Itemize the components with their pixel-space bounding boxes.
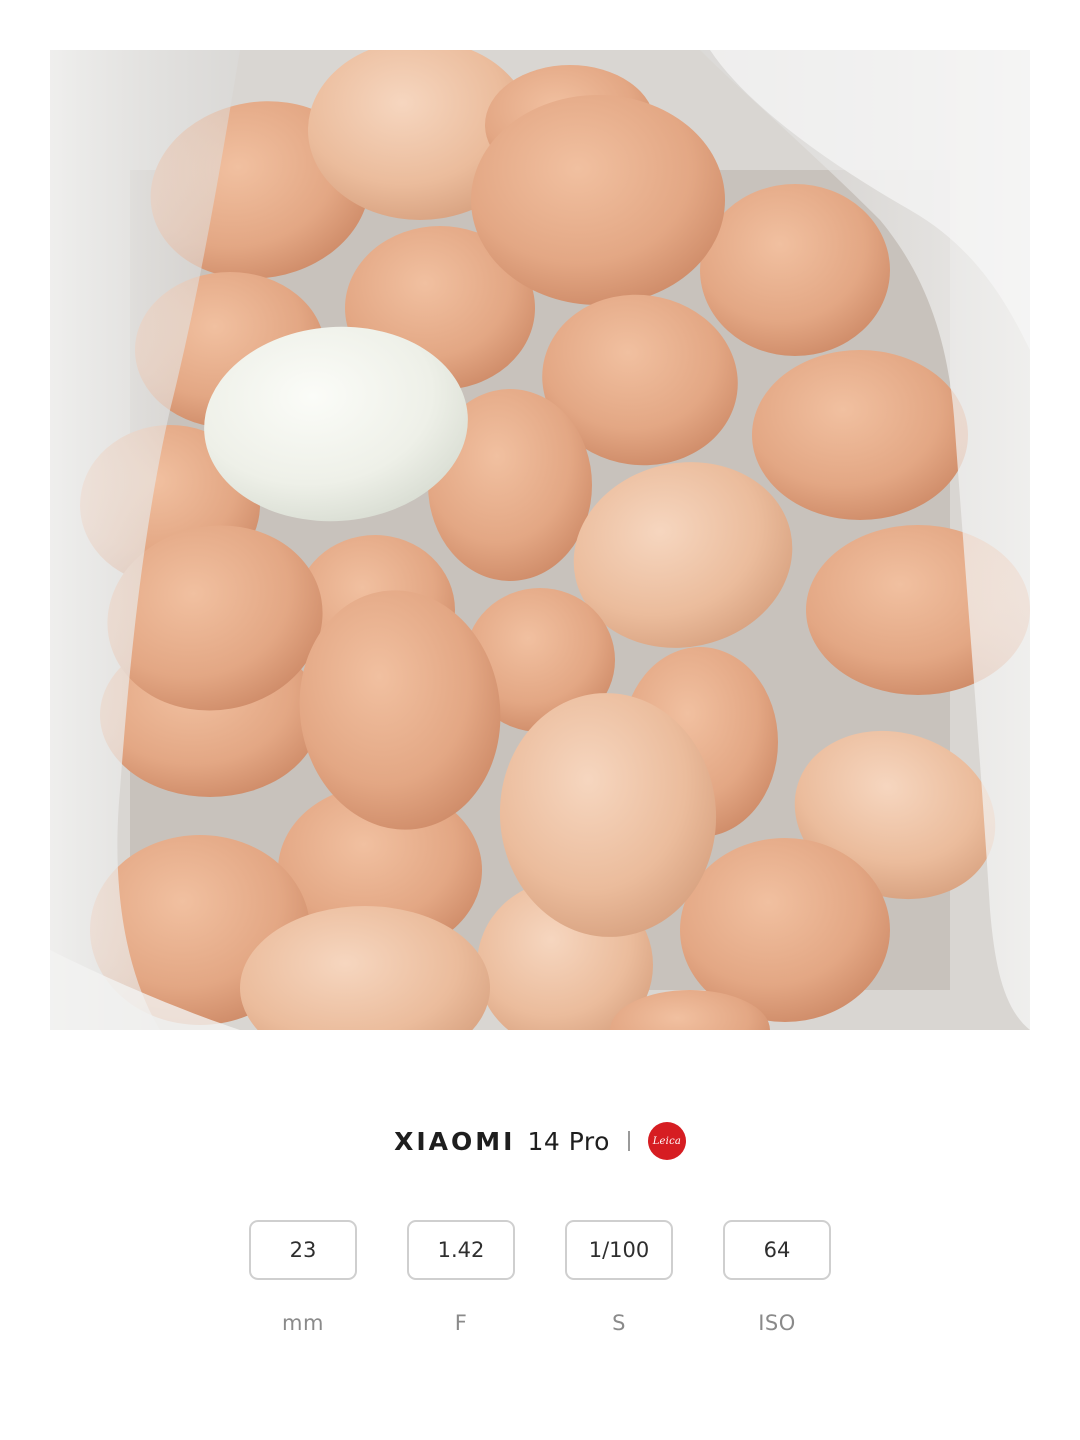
spec-unit-label: S (612, 1311, 626, 1335)
eggs-photo (50, 50, 1030, 1030)
spec-unit-label: F (454, 1311, 468, 1335)
spec-value-box: 1/100 (565, 1220, 673, 1280)
spec-value-box: 23 (249, 1220, 357, 1280)
exposure-specs: 23 mm 1.42 F 1/100 S 64 ISO (249, 1220, 831, 1350)
divider (627, 1131, 630, 1151)
spec-focal-length: 23 mm (249, 1220, 357, 1350)
spec-aperture: 1.42 F (407, 1220, 515, 1350)
camera-watermark: XIAOMI 14 Pro Leica (0, 1118, 1080, 1164)
brand-name: XIAOMI (394, 1126, 516, 1156)
spec-unit-label: ISO (758, 1311, 796, 1335)
spec-iso: 64 ISO (723, 1220, 831, 1350)
leica-logo-icon: Leica (647, 1122, 686, 1160)
spec-unit-label: mm (282, 1311, 324, 1335)
spec-shutter-speed: 1/100 S (565, 1220, 673, 1350)
spec-value-box: 64 (723, 1220, 831, 1280)
photo (50, 50, 1030, 1030)
model-name: 14 Pro (527, 1126, 610, 1156)
spec-value-box: 1.42 (407, 1220, 515, 1280)
leica-logo-text: Leica (652, 1135, 682, 1147)
